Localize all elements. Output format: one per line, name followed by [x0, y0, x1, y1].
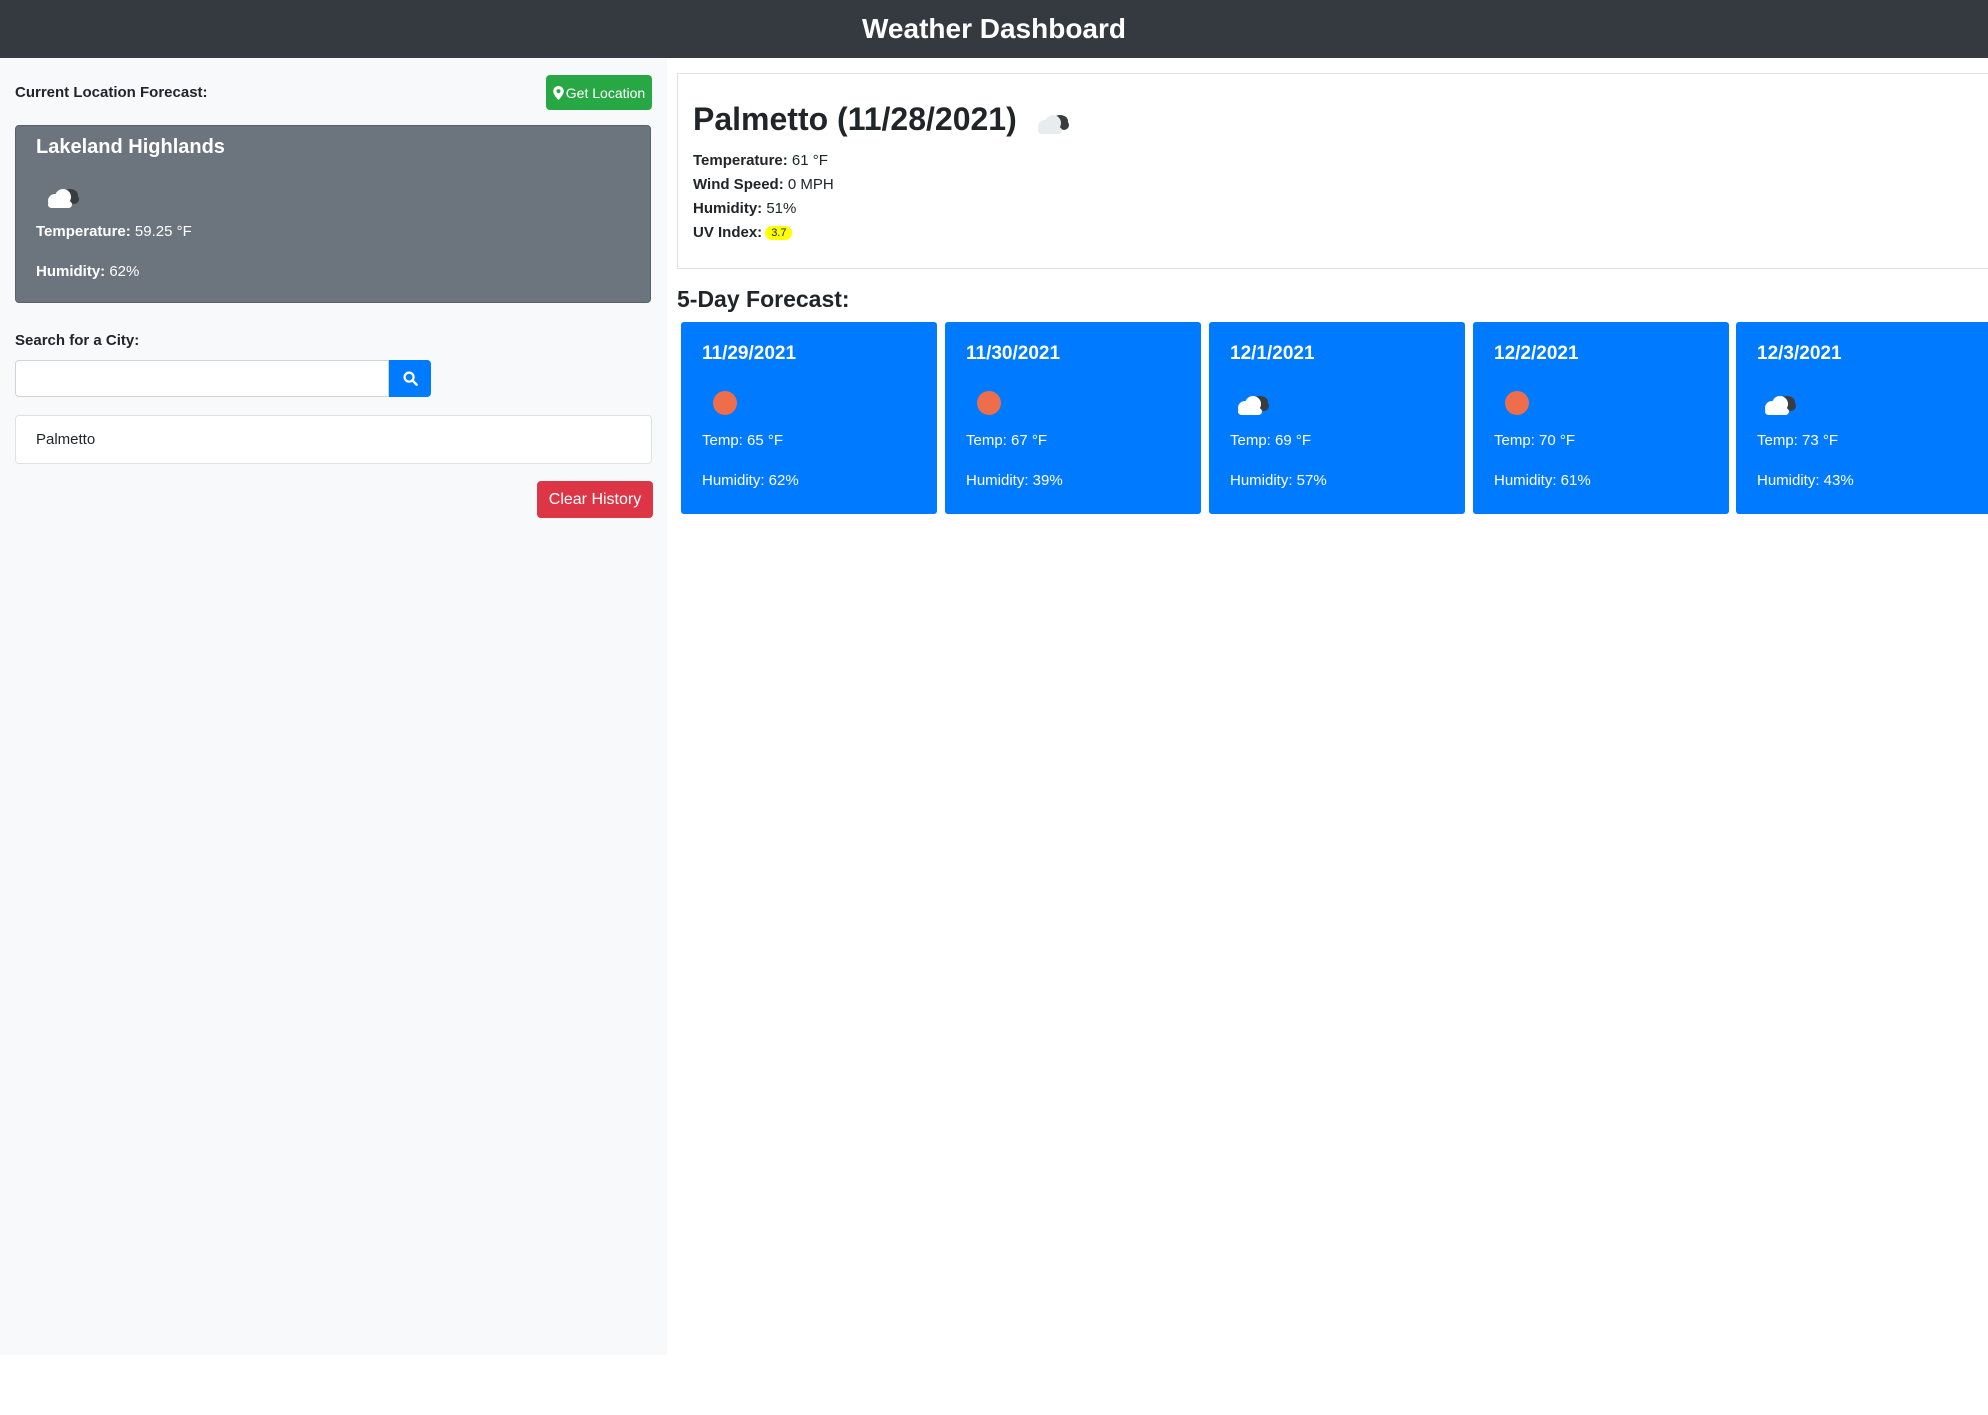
forecast-temp: Temp: 67 °F — [966, 432, 1048, 449]
forecast-temp: Temp: 65 °F — [702, 432, 784, 449]
forecast-temp: Temp: 73 °F — [1757, 432, 1839, 449]
current-uv-index: UV Index: 3.7 — [693, 224, 793, 241]
location-humidity: Humidity: 62% — [36, 263, 139, 280]
city-search-input[interactable] — [15, 360, 389, 397]
sun-icon — [713, 391, 737, 415]
forecast-card: 11/29/2021 Temp: 65 °F Humidity: 62% — [681, 322, 937, 514]
uv-index-badge: 3.7 — [765, 226, 793, 241]
forecast-date: 11/30/2021 — [966, 343, 1061, 364]
temperature-value: 59.25 °F — [130, 223, 192, 240]
page-title: Weather Dashboard — [862, 13, 1126, 44]
forecast-temp: Temp: 69 °F — [1230, 432, 1312, 449]
app-header: Weather Dashboard — [0, 0, 1988, 58]
location-temperature: Temperature: 59.25 °F — [36, 223, 192, 240]
current-weather-title: Palmetto (11/28/2021) — [693, 101, 1072, 138]
cloud-icon — [1037, 114, 1069, 134]
forecast-humidity: Humidity: 43% — [1757, 472, 1854, 489]
get-location-label: Get Location — [565, 84, 646, 101]
humidity-value: 62% — [105, 263, 140, 280]
uv-index-label: UV Index: — [693, 224, 763, 241]
forecast-card: 12/3/2021 Temp: 73 °F Humidity: 43% — [1736, 322, 1988, 514]
current-humidity: Humidity: 51% — [693, 200, 796, 217]
forecast-card: 12/2/2021 Temp: 70 °F Humidity: 61% — [1473, 322, 1729, 514]
forecast-date: 12/1/2021 — [1230, 343, 1315, 364]
forecast-card: 11/30/2021 Temp: 67 °F Humidity: 39% — [945, 322, 1201, 514]
forecast-date: 11/29/2021 — [702, 343, 797, 364]
forecast-card: 12/1/2021 Temp: 69 °F Humidity: 57% — [1209, 322, 1465, 514]
current-wind-speed: Wind Speed: 0 MPH — [693, 176, 834, 193]
wind-speed-value: 0 MPH — [783, 176, 834, 193]
current-weather-card: Palmetto (11/28/2021) Temperature: 61 °F… — [677, 73, 1988, 269]
sun-icon — [1505, 391, 1529, 415]
current-location-card: Lakeland Highlands Temperature: 59.25 °F… — [15, 125, 651, 303]
forecast-date: 12/2/2021 — [1494, 343, 1579, 364]
history-item[interactable]: Palmetto — [15, 415, 652, 464]
sidebar: Current Location Forecast: Get Location … — [0, 58, 667, 1355]
wind-speed-label: Wind Speed: — [693, 176, 784, 193]
temperature-label: Temperature: — [36, 223, 131, 240]
humidity-value: 51% — [762, 200, 797, 217]
cloud-icon — [48, 189, 79, 208]
search-label: Search for a City: — [15, 332, 140, 349]
forecast-humidity: Humidity: 61% — [1494, 472, 1591, 489]
forecast-temp: Temp: 70 °F — [1494, 432, 1576, 449]
sun-icon — [977, 391, 1001, 415]
map-marker-icon — [553, 85, 564, 100]
clear-history-button[interactable]: Clear History — [537, 481, 653, 518]
search-button[interactable] — [389, 360, 431, 397]
location-city: Lakeland Highlands — [36, 136, 225, 158]
current-temperature: Temperature: 61 °F — [693, 152, 828, 169]
search-icon — [402, 371, 418, 386]
cloud-icon — [1765, 396, 1796, 415]
forecast-humidity: Humidity: 57% — [1230, 472, 1327, 489]
forecast-date: 12/3/2021 — [1757, 343, 1842, 364]
forecast-title: 5-Day Forecast: — [677, 286, 850, 312]
temperature-value: 61 °F — [787, 152, 828, 169]
forecast-humidity: Humidity: 39% — [966, 472, 1063, 489]
temperature-label: Temperature: — [693, 152, 788, 169]
get-location-button[interactable]: Get Location — [546, 75, 652, 110]
forecast-humidity: Humidity: 62% — [702, 472, 799, 489]
humidity-label: Humidity: — [693, 200, 763, 217]
humidity-label: Humidity: — [36, 263, 106, 280]
city-date-title: Palmetto (11/28/2021) — [693, 101, 1017, 137]
current-location-label: Current Location Forecast: — [15, 84, 208, 101]
cloud-icon — [1238, 396, 1269, 415]
